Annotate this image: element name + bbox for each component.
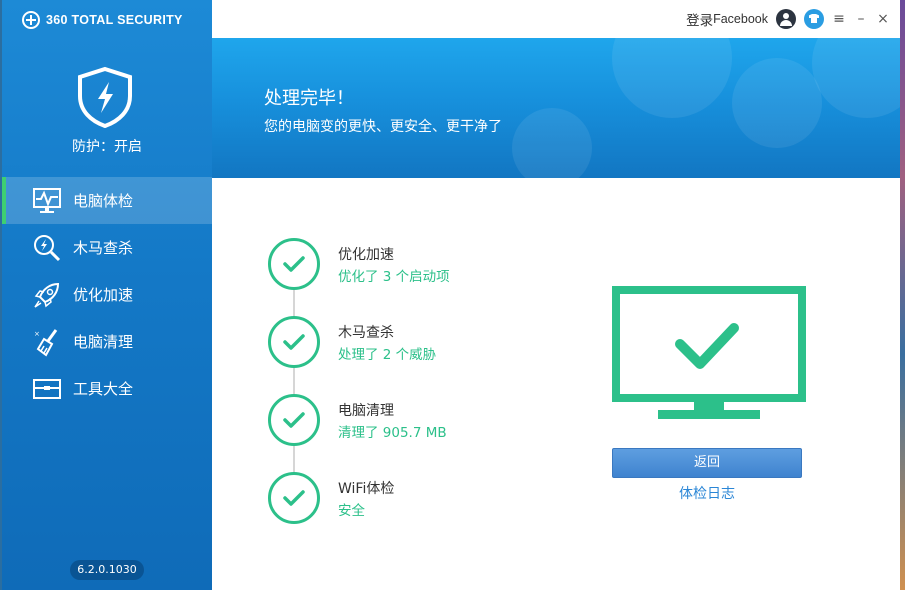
check-circle-icon — [268, 394, 320, 446]
result-step: 木马查杀 处理了 2 个威胁 — [268, 316, 568, 368]
step-detail: 清理了 905.7 MB — [338, 425, 447, 441]
step-title: 优化加速 — [338, 247, 394, 263]
facebook-link[interactable]: Facebook — [713, 12, 768, 26]
monitor-check-icon — [612, 286, 806, 420]
sidebar-item-cleanup[interactable]: × 电脑清理 — [2, 318, 212, 365]
result-step: WiFi体检 安全 — [268, 472, 568, 524]
protection-status: 防护：开启 — [72, 139, 142, 155]
sidebar: 360 TOTAL SECURITY 防护：开启 电脑体检 木马查杀 优化加速 … — [2, 0, 212, 590]
version-badge: 6.2.0.1030 — [70, 560, 144, 580]
check-circle-icon — [268, 238, 320, 290]
toolbox-icon — [32, 374, 62, 404]
minimize-icon[interactable]: – — [854, 11, 868, 27]
svg-text:×: × — [34, 330, 40, 338]
sidebar-item-speedup[interactable]: 优化加速 — [2, 271, 212, 318]
step-title: 电脑清理 — [338, 403, 394, 419]
result-step: 电脑清理 清理了 905.7 MB — [268, 394, 568, 446]
sidebar-item-trojan-scan[interactable]: 木马查杀 — [2, 224, 212, 271]
checkup-log-link[interactable]: 体检日志 — [612, 483, 802, 503]
sidebar-item-label: 电脑体检 — [73, 192, 134, 210]
sidebar-nav: 电脑体检 木马查杀 优化加速 × 电脑清理 工具大全 — [2, 177, 212, 412]
step-detail: 优化了 3 个启动项 — [338, 269, 450, 285]
banner-bubble — [812, 38, 900, 118]
user-icon[interactable] — [776, 9, 796, 29]
hamburger-icon[interactable]: ≡ — [832, 11, 846, 27]
banner-subtitle: 您的电脑变的更快、更安全、更干净了 — [264, 119, 502, 135]
sidebar-item-label: 工具大全 — [73, 380, 134, 398]
banner-title: 处理完毕！ — [264, 88, 354, 109]
desktop-edge-right — [900, 0, 905, 590]
rocket-icon — [32, 280, 62, 310]
step-title: 木马查杀 — [338, 325, 394, 341]
magnifier-bolt-icon — [32, 233, 62, 263]
login-link[interactable]: 登录 — [686, 9, 713, 29]
check-circle-icon — [268, 316, 320, 368]
sidebar-item-checkup[interactable]: 电脑体检 — [2, 177, 212, 224]
shield-lightning-icon — [76, 66, 134, 129]
monitor-pulse-icon — [32, 186, 62, 216]
title-bar: 登录 Facebook ≡ – × — [212, 0, 900, 38]
brand-logo-icon — [22, 11, 40, 29]
brand-name: 360 TOTAL SECURITY — [46, 13, 183, 27]
sidebar-item-toolbox[interactable]: 工具大全 — [2, 365, 212, 412]
banner-bubble — [512, 108, 592, 178]
step-title: WiFi体检 — [338, 481, 395, 497]
check-circle-icon — [268, 472, 320, 524]
results-panel: 优化加速 优化了 3 个启动项 木马查杀 处理了 2 个威胁 电脑清理 清理了 … — [212, 178, 900, 590]
banner-bubble — [732, 58, 822, 148]
sidebar-item-label: 电脑清理 — [73, 333, 134, 351]
tshirt-icon[interactable] — [804, 9, 824, 29]
step-detail: 安全 — [338, 503, 365, 519]
brand: 360 TOTAL SECURITY — [22, 10, 183, 30]
close-icon[interactable]: × — [876, 11, 890, 27]
title-bar-controls: 登录 Facebook ≡ – × — [686, 0, 890, 38]
banner-bubble — [612, 38, 732, 118]
result-banner: 处理完毕！ 您的电脑变的更快、更安全、更干净了 — [212, 38, 900, 178]
result-step: 优化加速 优化了 3 个启动项 — [268, 238, 568, 290]
sidebar-item-label: 木马查杀 — [73, 239, 134, 257]
sidebar-item-label: 优化加速 — [73, 286, 134, 304]
return-button[interactable]: 返回 — [612, 448, 802, 478]
app-window: 360 TOTAL SECURITY 防护：开启 电脑体检 木马查杀 优化加速 … — [2, 0, 900, 590]
timeline-line — [293, 258, 295, 498]
broom-icon: × — [32, 327, 62, 357]
step-detail: 处理了 2 个威胁 — [338, 347, 437, 363]
